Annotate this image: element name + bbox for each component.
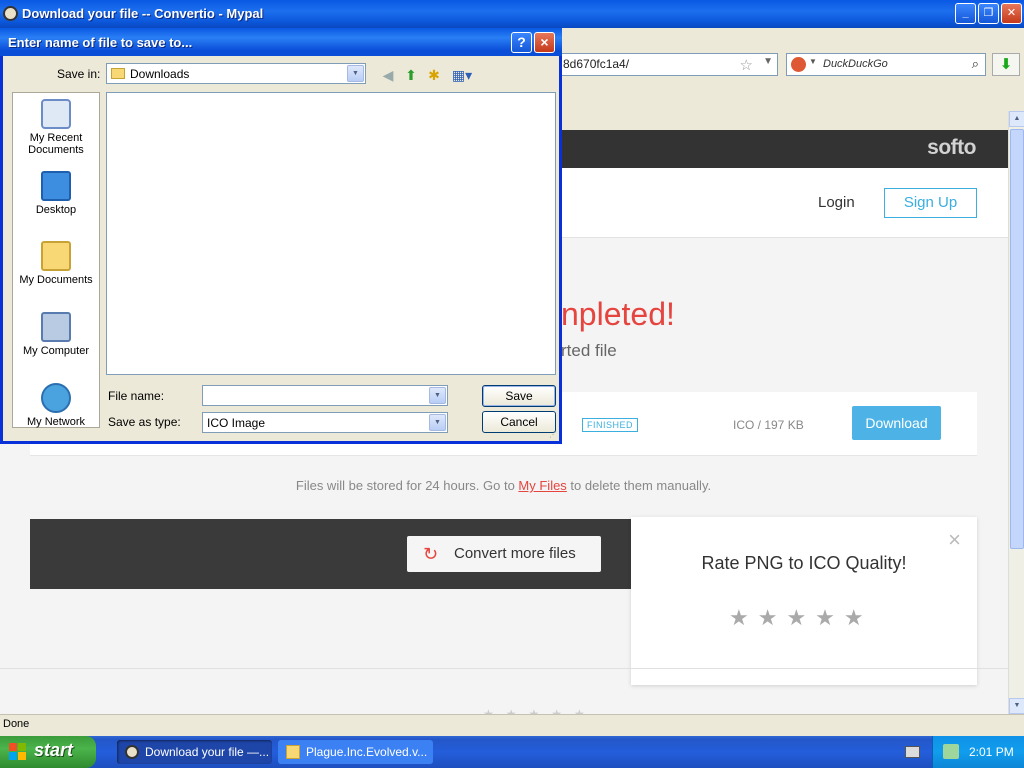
start-label: start	[34, 740, 74, 760]
place-desktop[interactable]: Desktop	[13, 171, 99, 216]
search-icon[interactable]: ⌕	[972, 56, 979, 72]
place-label: My Documents	[19, 274, 93, 286]
dialog-title-bar[interactable]: Enter name of file to save to... ? ×	[0, 28, 562, 56]
rating-popup: × Rate PNG to ICO Quality! ★★★★★	[631, 517, 977, 685]
up-folder-icon[interactable]: ⬆	[402, 66, 420, 84]
minimize-button[interactable]: _	[955, 3, 976, 24]
maximize-button[interactable]: ❐	[978, 3, 999, 24]
my-network-icon	[41, 383, 71, 413]
scroll-thumb[interactable]	[1010, 129, 1024, 549]
file-list[interactable]	[106, 92, 556, 375]
place-my-network[interactable]: My Network	[13, 383, 99, 428]
storage-note-after: to delete them manually.	[566, 478, 712, 493]
network-icon[interactable]	[943, 744, 959, 759]
place-my-documents[interactable]: My Documents	[13, 241, 99, 286]
login-link[interactable]: Login	[818, 194, 855, 211]
taskbar-item-browser[interactable]: Download your file —...	[117, 740, 272, 764]
storage-note: Files will be stored for 24 hours. Go to…	[30, 461, 977, 519]
browser-status-bar: Done	[0, 714, 1024, 735]
search-bar[interactable]: ▼ DuckDuckGo ⌕	[786, 53, 986, 76]
windows-logo-icon	[9, 743, 27, 761]
place-my-computer[interactable]: My Computer	[13, 312, 99, 357]
convert-more-label: Convert more files	[454, 545, 576, 562]
faint-rating-stars: ★★★★★	[483, 707, 597, 714]
start-button[interactable]: start	[0, 736, 96, 768]
resize-grip-icon[interactable]: ⋰	[549, 430, 557, 439]
place-label: Desktop	[35, 204, 77, 216]
place-label: Documents	[28, 144, 84, 156]
folder-icon	[111, 68, 125, 79]
new-folder-icon[interactable]: ✱	[425, 66, 443, 84]
desktop-icon	[41, 171, 71, 201]
taskbar: start Download your file —... Plague.Inc…	[0, 736, 1024, 768]
scroll-up-icon[interactable]: ▲	[1009, 111, 1024, 127]
chevron-down-icon[interactable]: ▼	[347, 65, 364, 82]
my-computer-icon	[41, 312, 71, 342]
save-file-dialog: Enter name of file to save to... ? × Sav…	[0, 28, 562, 444]
cancel-button[interactable]: Cancel	[482, 411, 556, 433]
chevron-down-icon[interactable]: ▼	[429, 387, 446, 404]
browser-title-bar[interactable]: Download your file -- Convertio - Mypal …	[0, 0, 1024, 28]
url-text: 8d670fc1a4/	[563, 57, 630, 71]
back-icon[interactable]: ◀	[379, 66, 397, 84]
system-tray: 2:01 PM	[932, 736, 1024, 768]
my-documents-icon	[41, 241, 71, 271]
mypal-app-icon	[3, 6, 18, 21]
clock[interactable]: 2:01 PM	[969, 745, 1014, 759]
help-button[interactable]: ?	[511, 32, 532, 53]
file-meta: ICO / 197 KB	[733, 418, 804, 432]
url-bar[interactable]: 8d670fc1a4/ ☆ ▼	[558, 53, 778, 76]
place-label: My Network	[26, 416, 86, 428]
window-close-button[interactable]: ✕	[1001, 3, 1022, 24]
save-button[interactable]: Save	[482, 385, 556, 407]
duckduckgo-icon[interactable]	[791, 57, 806, 72]
signup-button[interactable]: Sign Up	[884, 188, 977, 218]
mypal-app-icon	[125, 745, 139, 759]
taskbar-item-label: Download your file —...	[145, 745, 270, 759]
folder-icon	[286, 745, 300, 759]
place-my-recent-documents[interactable]: My Recent Documents	[13, 99, 99, 156]
status-text: Done	[3, 718, 30, 730]
download-button[interactable]: Download	[852, 406, 941, 440]
save-as-type-select[interactable]: ICO Image ▼	[202, 412, 448, 433]
footer-divider	[0, 668, 1008, 669]
place-label: My Recent	[29, 132, 83, 144]
refresh-icon: ↻	[423, 544, 439, 564]
browser-window-title: Download your file -- Convertio - Mypal	[22, 6, 264, 21]
status-badge: FINISHED	[582, 418, 639, 432]
chevron-down-icon[interactable]: ▼	[429, 414, 446, 431]
dialog-close-button[interactable]: ×	[534, 32, 555, 53]
save-in-label: Save in:	[57, 67, 101, 81]
file-name-label: File name:	[108, 389, 165, 403]
storage-note-before: Files will be stored for 24 hours. Go to	[295, 478, 519, 493]
save-in-value: Downloads	[130, 67, 190, 81]
scroll-down-icon[interactable]: ▼	[1009, 698, 1024, 714]
my-files-link[interactable]: My Files	[518, 478, 566, 493]
save-as-type-value: ICO Image	[207, 416, 266, 430]
page-scrollbar[interactable]: ▲ ▼	[1008, 111, 1024, 714]
view-menu-icon[interactable]: ▦▾	[449, 66, 475, 84]
converted-file-subline: rted file	[561, 341, 617, 360]
taskbar-item-label: Plague.Inc.Evolved.v...	[306, 745, 428, 759]
places-bar: My Recent Documents Desktop My Documents…	[12, 92, 100, 428]
keyboard-icon[interactable]	[905, 746, 920, 758]
bookmark-star-icon[interactable]: ☆	[740, 56, 753, 74]
url-dropdown-icon[interactable]: ▼	[763, 56, 773, 67]
rating-close-icon[interactable]: ×	[948, 527, 961, 553]
dialog-title: Enter name of file to save to...	[8, 35, 193, 50]
rating-stars[interactable]: ★★★★★	[729, 605, 873, 631]
search-engine-dropdown-icon[interactable]: ▼	[809, 57, 817, 66]
place-label: My Computer	[22, 345, 90, 357]
search-placeholder: DuckDuckGo	[823, 58, 888, 70]
save-as-type-label: Save as type:	[108, 415, 181, 429]
softo-logo[interactable]: softo	[927, 136, 976, 160]
rating-title: Rate PNG to ICO Quality!	[701, 553, 907, 573]
recent-documents-icon	[41, 99, 71, 129]
taskbar-item-folder[interactable]: Plague.Inc.Evolved.v...	[278, 740, 433, 764]
convert-more-button[interactable]: ↻ Convert more files	[407, 536, 601, 572]
downloads-icon[interactable]: ⬇	[992, 53, 1020, 76]
file-name-field[interactable]: ▼	[202, 385, 448, 406]
completed-headline: npleted!	[561, 296, 675, 332]
save-in-select[interactable]: Downloads ▼	[106, 63, 366, 84]
